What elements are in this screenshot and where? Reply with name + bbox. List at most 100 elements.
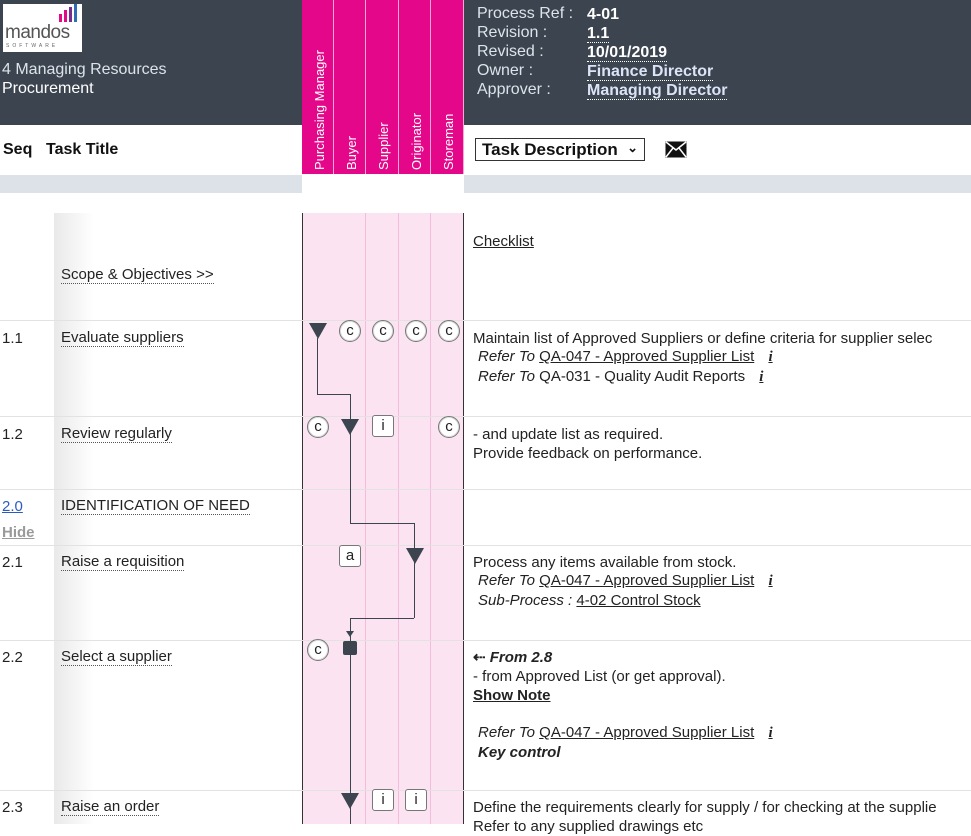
task-title-link[interactable]: Evaluate suppliers — [61, 330, 184, 347]
reference-line: Refer To QA-047 - Approved Supplier List… — [478, 724, 773, 742]
role-column-purchasing-manager — [302, 174, 335, 824]
from-label: From 2.8 — [489, 649, 553, 666]
mail-icon[interactable] — [665, 141, 687, 158]
row-divider — [0, 320, 971, 321]
role-label: Supplier — [376, 122, 391, 170]
role-header-supplier[interactable]: Supplier — [366, 0, 399, 174]
info-icon[interactable]: i — [768, 573, 772, 589]
flow-connector — [317, 338, 318, 394]
task-description-line: Provide feedback on performance. — [473, 445, 703, 462]
approve-marker[interactable]: a — [339, 545, 361, 567]
flow-arrow-icon — [346, 631, 354, 637]
reference-document-link[interactable]: QA-047 - Approved Supplier List — [539, 348, 754, 365]
task-title-link[interactable]: Select a supplier — [61, 649, 172, 666]
task-description-line: Define the requirements clearly for supp… — [473, 799, 937, 816]
row-divider — [0, 416, 971, 417]
revision-value[interactable]: 1.1 — [587, 25, 610, 43]
flow-connector — [350, 394, 351, 523]
revised-label: Revised : — [477, 43, 544, 60]
task-title-link[interactable]: Review regularly — [61, 426, 172, 443]
task-description: Process any items available from stock. — [473, 554, 737, 571]
reference-document[interactable]: QA-031 - Quality Audit Reports — [539, 368, 745, 385]
reference-kind: Refer To — [478, 348, 535, 365]
action-triangle-marker[interactable] — [341, 419, 359, 435]
role-header-originator[interactable]: Originator — [399, 0, 431, 174]
subprocess-link[interactable]: 4-02 Control Stock — [576, 592, 700, 609]
task-description-line: Refer to any supplied drawings etc — [473, 818, 704, 835]
consult-marker[interactable]: c — [372, 320, 394, 342]
owner-value[interactable]: Finance Director — [587, 63, 714, 81]
row-divider — [0, 640, 971, 641]
reference-kind: Refer To — [478, 724, 535, 741]
back-arrow-icon: ⇠ — [473, 649, 486, 666]
task-title-link[interactable]: Raise a requisition — [61, 554, 185, 571]
section-seq-link[interactable]: 2.0 — [2, 498, 23, 515]
section-name: 4 Managing Resources — [2, 61, 167, 78]
consult-marker[interactable]: c — [307, 639, 329, 661]
checklist-link[interactable]: Checklist — [473, 232, 534, 251]
info-icon[interactable]: i — [768, 349, 772, 365]
revised-value[interactable]: 10/01/2019 — [587, 44, 668, 62]
show-note-link[interactable]: Show Note — [473, 686, 551, 705]
row-seq: 1.1 — [2, 330, 23, 347]
revision-label: Revision : — [477, 24, 548, 41]
reference-document-link[interactable]: QA-047 - Approved Supplier List — [539, 572, 754, 589]
reference-kind: Refer To — [478, 368, 535, 385]
action-triangle-marker[interactable] — [341, 793, 359, 809]
decision-marker[interactable] — [343, 641, 357, 655]
task-title-column-header: Task Title — [46, 141, 119, 158]
action-triangle-marker[interactable] — [406, 548, 424, 564]
consult-marker[interactable]: c — [307, 416, 329, 438]
logo-wordmark: mandos — [5, 22, 70, 43]
role-column-storeman — [431, 174, 464, 824]
info-icon[interactable]: i — [768, 725, 772, 741]
task-description-select[interactable]: Task Description ⌄ — [475, 138, 645, 161]
task-description: - from Approved List (or get approval). — [473, 668, 726, 685]
reference-line: Refer To QA-047 - Approved Supplier List… — [478, 348, 773, 366]
subprocess-line: Sub-Process : 4-02 Control Stock — [478, 592, 701, 609]
process-ref-label: Process Ref : — [477, 5, 574, 22]
role-label: Purchasing Manager — [312, 50, 327, 170]
inform-marker[interactable]: i — [372, 415, 394, 437]
flow-connector — [350, 523, 414, 524]
role-header-buyer[interactable]: Buyer — [334, 0, 366, 174]
consult-marker[interactable]: c — [405, 320, 427, 342]
row-divider — [0, 489, 971, 490]
row-divider — [0, 790, 971, 791]
inform-marker[interactable]: i — [372, 789, 394, 811]
task-description: Maintain list of Approved Suppliers or d… — [473, 330, 933, 347]
owner-label: Owner : — [477, 62, 534, 79]
chevron-down-icon: ⌄ — [627, 140, 638, 155]
reference-document-link[interactable]: QA-047 - Approved Supplier List — [539, 724, 754, 741]
flow-connector — [317, 394, 350, 395]
row-divider — [0, 545, 971, 546]
section-title[interactable]: IDENTIFICATION OF NEED — [61, 498, 250, 515]
mandos-logo: mandos SOFTWARE — [3, 4, 82, 52]
task-description-select-value: Task Description — [482, 140, 618, 159]
from-link[interactable]: ⇠ From 2.8 — [473, 648, 552, 667]
scope-objectives-link[interactable]: Scope & Objectives >> — [61, 267, 214, 284]
role-column-originator — [399, 174, 431, 824]
reference-kind: Sub-Process : — [478, 592, 573, 609]
consult-marker[interactable]: c — [339, 320, 361, 342]
logo-subtitle: SOFTWARE — [6, 43, 59, 49]
consult-marker[interactable]: c — [438, 416, 460, 438]
header-separator — [0, 175, 302, 193]
role-header-storeman[interactable]: Storeman — [431, 0, 464, 174]
flow-connector — [350, 618, 414, 619]
role-header-purchasing-manager[interactable]: Purchasing Manager — [302, 0, 334, 174]
approver-value[interactable]: Managing Director — [587, 82, 728, 100]
consult-marker[interactable]: c — [438, 320, 460, 342]
role-label: Buyer — [344, 136, 359, 170]
row-seq: 2.1 — [2, 554, 23, 571]
task-description-line: - and update list as required. — [473, 426, 664, 443]
row-seq: 2.3 — [2, 799, 23, 816]
info-icon[interactable]: i — [759, 369, 763, 385]
inform-marker[interactable]: i — [405, 789, 427, 811]
task-title-link[interactable]: Raise an order — [61, 799, 160, 816]
action-triangle-marker[interactable] — [309, 323, 327, 339]
hide-section-link[interactable]: Hide — [2, 524, 35, 541]
reference-line: Refer To QA-031 - Quality Audit Reports … — [478, 368, 763, 386]
flow-connector — [414, 523, 415, 618]
key-control-label: Key control — [478, 744, 561, 761]
